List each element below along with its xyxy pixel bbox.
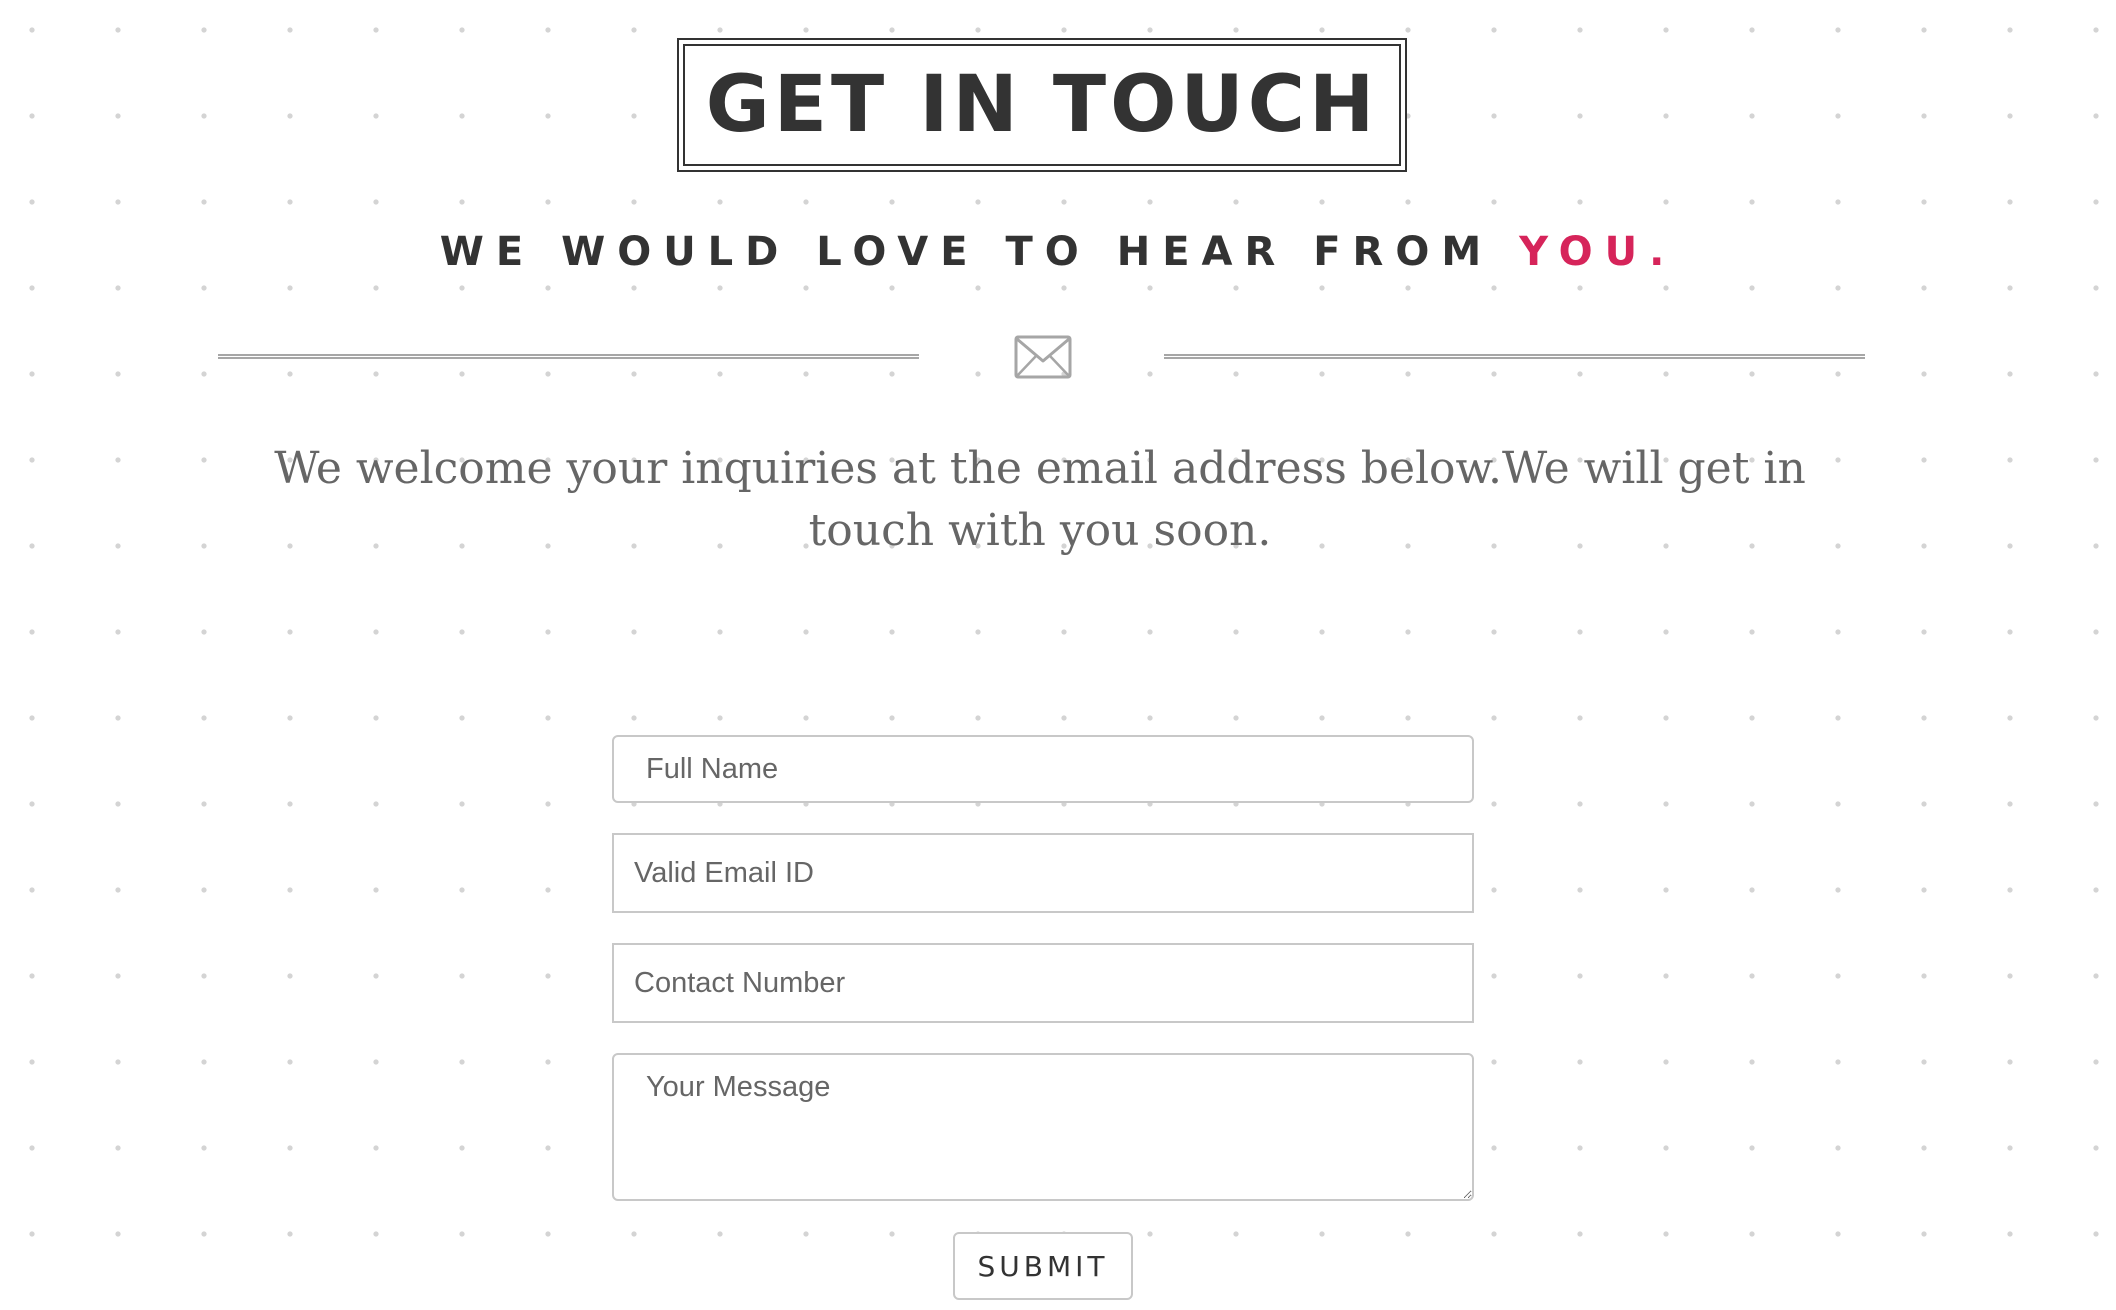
page-title: GET IN TOUCH (705, 60, 1379, 150)
message-textarea[interactable] (612, 1053, 1474, 1201)
divider-right-line (1164, 354, 1865, 359)
subtitle-accent-text: YOU. (1519, 229, 1677, 275)
page-title-inner-frame: GET IN TOUCH (683, 44, 1401, 166)
submit-button[interactable]: SUBMIT (953, 1232, 1133, 1300)
page-title-frame: GET IN TOUCH (677, 38, 1407, 172)
subtitle-main-text: WE WOULD LOVE TO HEAR FROM (439, 229, 1520, 275)
page-subtitle: WE WOULD LOVE TO HEAR FROM YOU. (0, 228, 2116, 276)
intro-paragraph: We welcome your inquiries at the email a… (274, 443, 1806, 556)
email-input[interactable] (612, 833, 1474, 913)
divider-left-line (218, 354, 919, 359)
full-name-input[interactable] (612, 735, 1474, 803)
contact-number-input[interactable] (612, 943, 1474, 1023)
envelope-icon (1014, 335, 1072, 379)
